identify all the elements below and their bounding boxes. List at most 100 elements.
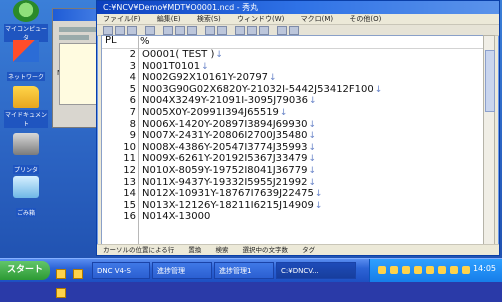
menu-other[interactable]: その他(O) <box>349 15 381 23</box>
tray-icon[interactable] <box>462 266 470 274</box>
line-content: N013X-12126Y-18211I6215J14909 <box>142 199 314 211</box>
desktop-icon-recycle-bin[interactable]: ごみ箱 <box>4 176 48 219</box>
editor-line[interactable]: 6 N004X3249Y-21091I-3095J79036↓ <box>102 95 484 107</box>
vertical-scrollbar[interactable] <box>483 35 495 245</box>
newline-mark: ↓ <box>314 200 323 211</box>
desktop-icon-my-computer[interactable]: マイコンピュータ <box>4 0 48 44</box>
editor-line[interactable]: 10 N008X-4386Y-20547I3774J35993↓ <box>102 142 484 154</box>
scrollbar-thumb[interactable] <box>485 50 495 112</box>
copy-icon[interactable] <box>175 26 185 35</box>
newline-mark: ↓ <box>314 189 323 200</box>
desktop: マイコンピュータ ネットワーク マイドキュメント プリンタ ごみ箱 NC C:¥… <box>0 0 502 298</box>
line-content: N008X-4386Y-20547I3774J35993 <box>142 141 308 153</box>
bookmark-icon[interactable] <box>289 26 299 35</box>
editor-lines: 2 O0001( TEST )↓ 3 N001T0101↓ 4 N002G92X10161… <box>102 49 484 223</box>
editor-line[interactable]: 4 N002G92X10161Y-20797↓ <box>102 72 484 84</box>
redo-icon[interactable] <box>217 26 227 35</box>
tray-icon[interactable] <box>390 266 398 274</box>
desktop-icon-network[interactable]: ネットワーク <box>4 40 48 83</box>
editor-line[interactable]: 7 N005X0Y-20991I394J65519↓ <box>102 107 484 119</box>
menu-window[interactable]: ウィンドウ(W) <box>237 15 284 23</box>
menu-search[interactable]: 検索(S) <box>197 15 221 23</box>
status-bar: カーソルの位置による行 置換 検索 選択中の文字数 タグ <box>97 244 499 255</box>
quick-launch-icon[interactable] <box>56 288 66 298</box>
replace-icon[interactable] <box>259 26 269 35</box>
line-content: N010X-8059Y-19752I8041J36779 <box>142 164 308 176</box>
tray-icon[interactable] <box>438 266 446 274</box>
newline-mark: ↓ <box>308 154 317 165</box>
save-icon[interactable] <box>127 26 137 35</box>
line-number: 15 <box>123 199 136 211</box>
editor-window[interactable]: C:¥NCV¥Demo¥MDT¥O0001.ncd - 秀丸 ファイル(F) 編… <box>96 0 500 256</box>
tray-icon[interactable] <box>414 266 422 274</box>
tray-icon[interactable] <box>450 266 458 274</box>
grep-icon[interactable] <box>277 26 287 35</box>
editor-line[interactable]: 2 O0001( TEST )↓ <box>102 49 484 61</box>
line-number: 2 <box>129 49 136 60</box>
computer-icon <box>13 0 39 22</box>
newline-mark: ↓ <box>279 107 288 118</box>
line-number: 5 <box>129 83 136 95</box>
network-icon <box>13 40 39 62</box>
editor-line[interactable]: 8 N006X-1420Y-20897I3894J69930↓ <box>102 119 484 131</box>
editor-line[interactable]: 16 N014X-13000 <box>102 211 484 223</box>
undo-icon[interactable] <box>205 26 215 35</box>
desktop-icon-label: ネットワーク <box>6 72 45 81</box>
editor-line[interactable]: 15 N013X-12126Y-18211I6215J14909↓ <box>102 200 484 212</box>
editor-header-row: PL % <box>102 36 484 49</box>
print-icon[interactable] <box>145 26 155 35</box>
line-content: O0001( TEST ) <box>142 49 215 60</box>
window-title[interactable]: C:¥NCV¥Demo¥MDT¥O0001.ncd - 秀丸 <box>97 1 499 14</box>
line-text: N014X-13000 <box>142 211 210 223</box>
line-content: N003G90G02X6820Y-21032I-5442J53412F100 <box>142 83 374 95</box>
cut-icon[interactable] <box>163 26 173 35</box>
editor-line[interactable]: 14 N012X-10931Y-18767I7639J22475↓ <box>102 188 484 200</box>
taskbar-button[interactable]: 進捗管理1 <box>214 262 274 279</box>
editor-line[interactable]: 5 N003G90G02X6820Y-21032I-5442J53412F100↓ <box>102 84 484 96</box>
newline-mark: ↓ <box>308 165 317 176</box>
newline-mark: ↓ <box>215 50 223 60</box>
tray-icon[interactable] <box>402 266 410 274</box>
newline-mark: ↓ <box>308 177 317 188</box>
start-button[interactable]: スタート <box>0 261 50 280</box>
status-item: タグ <box>302 246 316 254</box>
editor-line[interactable]: 12 N010X-8059Y-19752I8041J36779↓ <box>102 165 484 177</box>
newline-mark: ↓ <box>308 131 317 142</box>
open-folder-icon[interactable] <box>115 26 125 35</box>
line-number: 6 <box>129 95 136 107</box>
quick-launch <box>56 264 90 298</box>
editor-line[interactable]: 9 N007X-2431Y-20806I2700J35480↓ <box>102 130 484 142</box>
quick-launch-icon[interactable] <box>56 269 66 279</box>
paste-icon[interactable] <box>187 26 197 35</box>
line-number: 8 <box>129 118 136 130</box>
line-content: N002G92X10161Y-20797 <box>142 72 269 84</box>
taskbar-button[interactable]: 進捗管理 <box>152 262 212 279</box>
newline-mark: ↓ <box>308 119 317 130</box>
desktop-icon-documents[interactable]: マイドキュメント <box>4 86 48 130</box>
menu-edit[interactable]: 編集(E) <box>157 15 181 23</box>
editor-line[interactable]: 3 N001T0101↓ <box>102 61 484 73</box>
taskbar-button[interactable]: DNC V4-S <box>92 262 150 279</box>
line-content: N001T0101 <box>142 60 201 72</box>
line-content: N006X-1420Y-20897I3894J69930 <box>142 118 308 130</box>
find-next-icon[interactable] <box>247 26 257 35</box>
tray-icon[interactable] <box>426 266 434 274</box>
newline-mark: ↓ <box>269 73 277 84</box>
editor-line[interactable]: 13 N011X-9437Y-19332I5955J21992↓ <box>102 177 484 189</box>
new-file-icon[interactable] <box>103 26 113 35</box>
taskbar-button-active[interactable]: C:¥DNCV... <box>276 262 356 279</box>
menu-macro[interactable]: マクロ(M) <box>301 15 334 23</box>
newline-mark: ↓ <box>374 84 383 95</box>
status-item: 検索 <box>215 246 229 254</box>
menu-file[interactable]: ファイル(F) <box>103 15 141 23</box>
quick-launch-icon[interactable] <box>73 269 84 279</box>
line-number: 10 <box>123 141 136 153</box>
find-icon[interactable] <box>235 26 245 35</box>
newline-mark: ↓ <box>308 96 317 107</box>
clock[interactable]: 14:05 <box>473 264 496 273</box>
tray-icon[interactable] <box>378 266 386 274</box>
background-window-line <box>59 27 101 32</box>
desktop-icon-printer[interactable]: プリンタ <box>4 133 48 176</box>
editor-line[interactable]: 11 N009X-6261Y-20192I5367J33479↓ <box>102 153 484 165</box>
editor-text-area[interactable]: PL % 2 O0001( TEST )↓ 3 N001T0101↓ 4 N002G92X… <box>101 35 485 245</box>
